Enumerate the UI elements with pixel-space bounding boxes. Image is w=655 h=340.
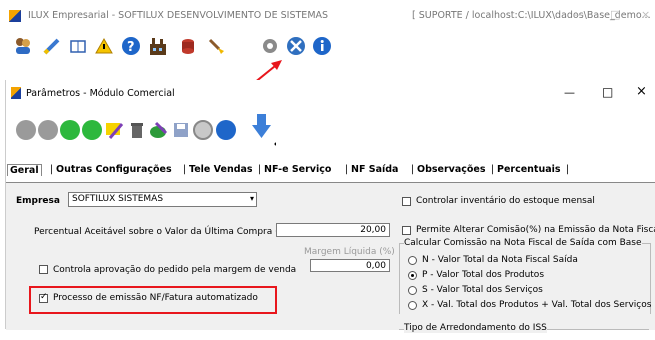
first-record-icon[interactable] bbox=[16, 120, 36, 140]
inner-minimize-button[interactable]: — bbox=[564, 86, 575, 99]
empresa-select[interactable]: SOFTILUX SISTEMAS ▾ bbox=[68, 192, 257, 207]
inner-maximize-button[interactable]: □ bbox=[602, 85, 613, 99]
calc-option-s-radio[interactable] bbox=[408, 286, 417, 295]
factory-icon[interactable] bbox=[148, 36, 168, 56]
controla-aprovacao-label: Controla aprovação do pedido pela margem… bbox=[53, 265, 297, 275]
help-icon[interactable]: ? bbox=[121, 36, 141, 56]
inner-window-title: Parâmetros - Módulo Comercial bbox=[26, 88, 175, 99]
previous-record-icon[interactable] bbox=[38, 120, 58, 140]
book-icon[interactable] bbox=[68, 36, 88, 56]
tab-separator: | bbox=[566, 164, 570, 175]
percentual-label: Percentual Aceitável sobre o Valor da Úl… bbox=[34, 227, 296, 237]
percentual-input[interactable]: 20,00 bbox=[276, 223, 390, 237]
calc-option-s-label: S - Valor Total dos Serviços bbox=[422, 285, 543, 295]
app-logo-icon bbox=[9, 10, 21, 22]
tab-observacoes[interactable]: Observações bbox=[417, 164, 486, 175]
calc-option-x-radio[interactable] bbox=[408, 301, 417, 310]
window-logo-icon bbox=[11, 87, 21, 99]
outer-toolbar: ? bbox=[0, 32, 655, 62]
calc-option-n-label: N - Valor Total da Nota Fiscal Saída bbox=[422, 255, 578, 265]
tab-nf-saida[interactable]: NF Saída bbox=[351, 164, 398, 175]
inner-title-bar: Parâmetros - Módulo Comercial — □ × bbox=[6, 80, 655, 106]
arredondamento-group-label: Tipo de Arredondamento do ISS bbox=[404, 323, 547, 333]
permite-alterar-checkbox[interactable] bbox=[402, 226, 411, 235]
refresh-icon[interactable] bbox=[216, 120, 236, 140]
calc-comissao-group-label: Calcular Comissão na Nota Fiscal de Saíd… bbox=[404, 238, 642, 248]
inventario-label: Controlar inventário do estoque mensal bbox=[416, 196, 595, 206]
controla-aprovacao-checkbox[interactable] bbox=[39, 265, 48, 274]
next-record-icon[interactable] bbox=[60, 120, 80, 140]
empresa-label: Empresa bbox=[16, 196, 60, 206]
processo-emissao-label: Processo de emissão NF/Fatura automatiza… bbox=[53, 293, 258, 303]
svg-text:?: ? bbox=[127, 40, 135, 55]
brush-icon[interactable] bbox=[206, 36, 226, 56]
geral-panel: Empresa SOFTILUX SISTEMAS ▾ Percentual A… bbox=[6, 182, 655, 333]
parametros-window: Parâmetros - Módulo Comercial — □ × Gera… bbox=[5, 80, 655, 333]
outer-maximize-button[interactable]: □ bbox=[610, 8, 620, 21]
tab-separator: | bbox=[258, 164, 262, 175]
permite-alterar-label: Permite Alterar Comisão(%) na Emissão da… bbox=[416, 225, 655, 235]
info-icon[interactable] bbox=[312, 36, 332, 56]
outer-window-title: ILUX Empresarial - SOFTILUX DESENVOLVIME… bbox=[28, 10, 329, 21]
outer-title-bar: ILUX Empresarial - SOFTILUX DESENVOLVIME… bbox=[0, 0, 655, 32]
warning-icon[interactable] bbox=[94, 36, 114, 56]
tab-nfe-servico[interactable]: NF-e Serviço bbox=[264, 164, 331, 175]
tab-geral[interactable]: Geral bbox=[7, 164, 42, 176]
tab-outras-configuracoes[interactable]: Outras Configurações bbox=[56, 164, 172, 175]
inner-close-button[interactable]: × bbox=[636, 84, 647, 99]
calc-option-p-radio[interactable] bbox=[408, 271, 417, 280]
database-icon[interactable] bbox=[178, 36, 198, 56]
tab-percentuais[interactable]: Percentuais bbox=[497, 164, 561, 175]
percentual-value: 20,00 bbox=[360, 225, 386, 235]
calc-option-p-label: P - Valor Total dos Produtos bbox=[422, 270, 545, 280]
chevron-down-icon[interactable]: ▾ bbox=[250, 194, 254, 203]
tab-separator: | bbox=[183, 164, 187, 175]
inventario-checkbox[interactable] bbox=[402, 197, 411, 206]
margem-label: Margem Líquida (%) bbox=[304, 247, 395, 257]
users-icon[interactable] bbox=[13, 36, 33, 56]
margem-input[interactable]: 0,00 bbox=[310, 259, 390, 272]
tab-bar: Geral | Outras Configurações | Tele Vend… bbox=[6, 164, 655, 180]
margem-value: 0,00 bbox=[365, 261, 386, 271]
calc-option-x-label: X - Val. Total dos Produtos + Val. Total… bbox=[422, 300, 652, 310]
tab-tele-vendas[interactable]: Tele Vendas bbox=[189, 164, 253, 175]
edit-icon[interactable] bbox=[104, 120, 124, 143]
tab-separator: | bbox=[491, 164, 495, 175]
tab-separator: | bbox=[345, 164, 349, 175]
cancel-edit-icon[interactable] bbox=[148, 120, 170, 143]
pencil-icon[interactable] bbox=[42, 36, 62, 56]
last-record-icon[interactable] bbox=[82, 120, 102, 140]
calc-option-n-radio[interactable] bbox=[408, 256, 417, 265]
outer-minimize-button[interactable]: — bbox=[573, 8, 584, 21]
save-icon[interactable] bbox=[172, 120, 190, 143]
processo-emissao-checkbox[interactable] bbox=[39, 292, 48, 303]
delete-icon[interactable] bbox=[128, 120, 146, 143]
tab-separator: | bbox=[50, 164, 54, 175]
outer-close-button[interactable]: × bbox=[641, 8, 650, 21]
lock-icon[interactable] bbox=[193, 120, 213, 140]
dropdown-arrow-icon[interactable] bbox=[250, 112, 278, 151]
inner-toolbar bbox=[6, 106, 655, 156]
empresa-value: SOFTILUX SISTEMAS bbox=[72, 194, 164, 204]
tab-separator: | bbox=[411, 164, 415, 175]
